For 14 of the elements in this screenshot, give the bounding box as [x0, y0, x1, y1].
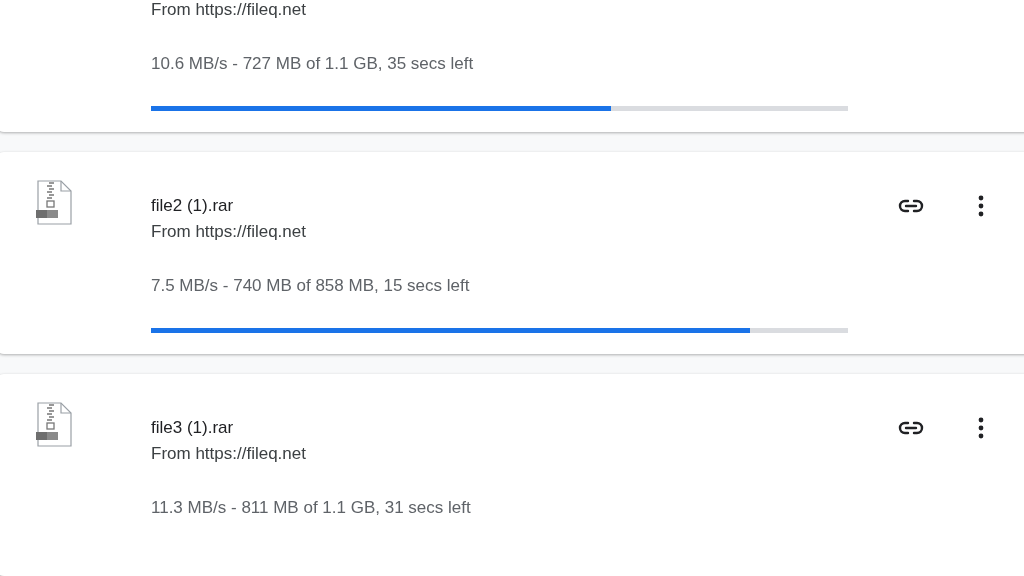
- more-options-icon[interactable]: [978, 417, 984, 439]
- link-icon[interactable]: [898, 199, 924, 213]
- source-url: From https://fileq.net: [151, 443, 307, 465]
- file-name[interactable]: file2 (1).rar: [151, 196, 234, 216]
- download-status: 7.5 MB/s - 740 MB of 858 MB, 15 secs left: [151, 275, 471, 297]
- file-name[interactable]: file3 (1).rar: [151, 418, 234, 438]
- zip-file-icon: [35, 180, 73, 226]
- download-status: 10.6 MB/s - 727 MB of 1.1 GB, 35 secs left: [151, 53, 475, 75]
- more-options-icon[interactable]: [978, 195, 984, 217]
- source-url: From https://fileq.net: [151, 0, 307, 21]
- download-status: 11.3 MB/s - 811 MB of 1.1 GB, 31 secs left: [151, 497, 472, 519]
- zip-file-icon: [35, 402, 73, 448]
- link-icon[interactable]: [898, 421, 924, 435]
- source-url: From https://fileq.net: [151, 221, 307, 243]
